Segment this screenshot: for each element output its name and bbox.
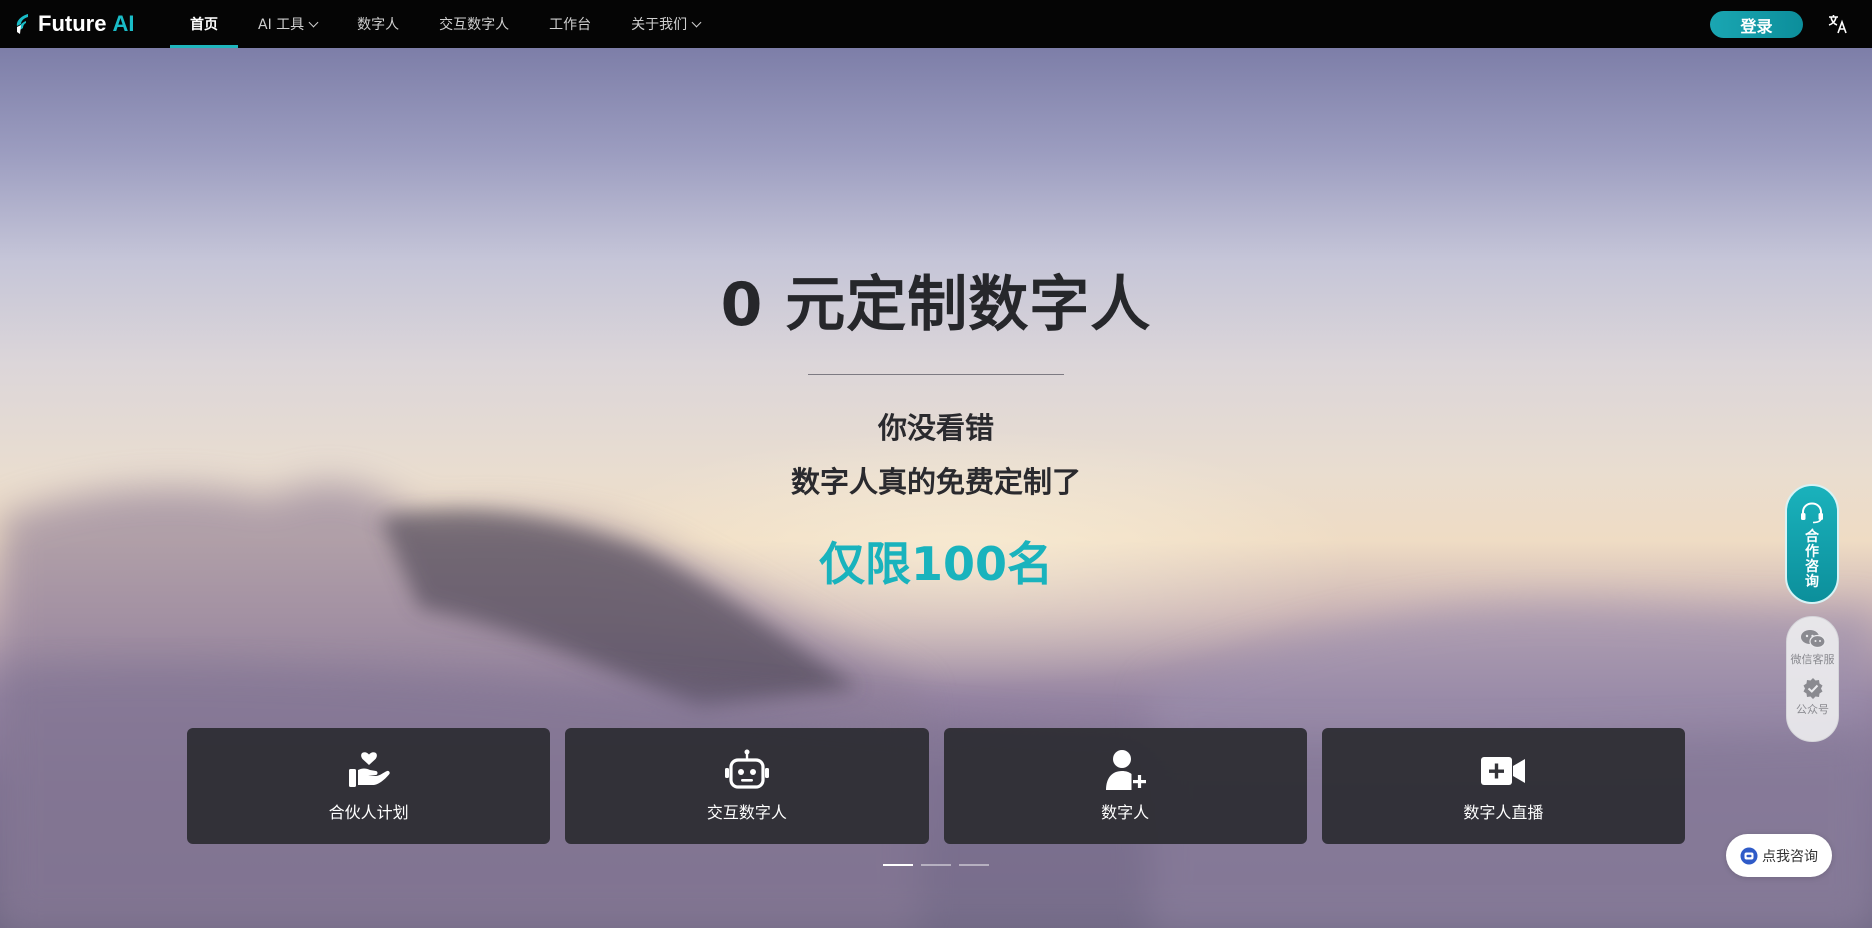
card-digital-human[interactable]: 数字人 bbox=[943, 728, 1307, 844]
feature-cards: 合伙人计划 交互数字人 数字人 数字人直播 bbox=[187, 728, 1685, 844]
card-label: 数字人直播 bbox=[1463, 803, 1544, 822]
hero-divider bbox=[808, 374, 1064, 375]
translate-icon[interactable] bbox=[1826, 12, 1850, 36]
chat-consult-label: 点我咨询 bbox=[1762, 848, 1818, 865]
card-label: 数字人 bbox=[1101, 803, 1150, 822]
chat-consult-button[interactable]: 点我咨询 bbox=[1726, 834, 1832, 877]
chat-bubble-icon bbox=[1740, 847, 1758, 864]
hero-subtitle-1: 你没看错 bbox=[877, 411, 994, 445]
chevron-down-icon bbox=[691, 17, 702, 27]
nav-item-home[interactable]: 首页 bbox=[170, 0, 238, 48]
headset-icon bbox=[1801, 502, 1823, 524]
nav-item-digital-human[interactable]: 数字人 bbox=[337, 0, 419, 48]
card-partner-program[interactable]: 合伙人计划 bbox=[187, 728, 551, 844]
logo-text: Future AI bbox=[38, 11, 135, 36]
logo[interactable]: Future AI bbox=[12, 0, 134, 48]
consult-label: 合作咨询 bbox=[1805, 529, 1819, 590]
card-digital-human-live[interactable]: 数字人直播 bbox=[1321, 728, 1685, 844]
top-navbar: Future AI 首页 AI 工具 数字人 交互数字人 工作台 关于我们 登录 bbox=[0, 0, 1872, 48]
verified-badge-icon bbox=[1803, 678, 1822, 699]
add-user-icon bbox=[1106, 750, 1147, 790]
login-button[interactable]: 登录 bbox=[1710, 11, 1803, 38]
carousel-dot[interactable] bbox=[883, 864, 913, 866]
carousel-dot[interactable] bbox=[959, 864, 989, 866]
nav-item-workbench[interactable]: 工作台 bbox=[529, 0, 611, 48]
contact-panel: 微信客服 公众号 bbox=[1786, 616, 1839, 742]
hero-banner: 0 元定制数字人 你没看错 数字人真的免费定制了 仅限100名 合伙人计划 交互… bbox=[0, 48, 1872, 928]
nav-item-interactive-digital-human[interactable]: 交互数字人 bbox=[419, 0, 529, 48]
main-nav: 首页 AI 工具 数字人 交互数字人 工作台 关于我们 bbox=[170, 0, 720, 48]
hero-highlight: 仅限100名 bbox=[818, 537, 1054, 591]
carousel-dot[interactable] bbox=[921, 864, 951, 866]
cooperation-consult-button[interactable]: 合作咨询 bbox=[1785, 484, 1839, 604]
chevron-down-icon bbox=[308, 17, 319, 27]
nav-item-ai-tools[interactable]: AI 工具 bbox=[238, 0, 337, 48]
hero-subtitle-2: 数字人真的免费定制了 bbox=[790, 465, 1081, 499]
logo-icon bbox=[16, 14, 28, 34]
heart-hand-icon bbox=[348, 752, 390, 787]
card-interactive-digital-human[interactable]: 交互数字人 bbox=[565, 728, 929, 844]
nav-item-about-us[interactable]: 关于我们 bbox=[611, 0, 720, 48]
official-account-button[interactable]: 公众号 bbox=[1796, 677, 1829, 717]
robot-icon bbox=[724, 749, 769, 789]
official-account-label: 公众号 bbox=[1796, 703, 1829, 716]
wechat-service-button[interactable]: 微信客服 bbox=[1791, 629, 1835, 667]
hero-headline: 0 元定制数字人 bbox=[720, 270, 1152, 340]
card-label: 交互数字人 bbox=[706, 803, 787, 822]
wechat-icon bbox=[1800, 630, 1826, 649]
wechat-service-label: 微信客服 bbox=[1790, 653, 1835, 666]
video-camera-icon bbox=[1481, 757, 1526, 785]
card-label: 合伙人计划 bbox=[328, 803, 409, 822]
carousel-indicators bbox=[883, 864, 989, 866]
